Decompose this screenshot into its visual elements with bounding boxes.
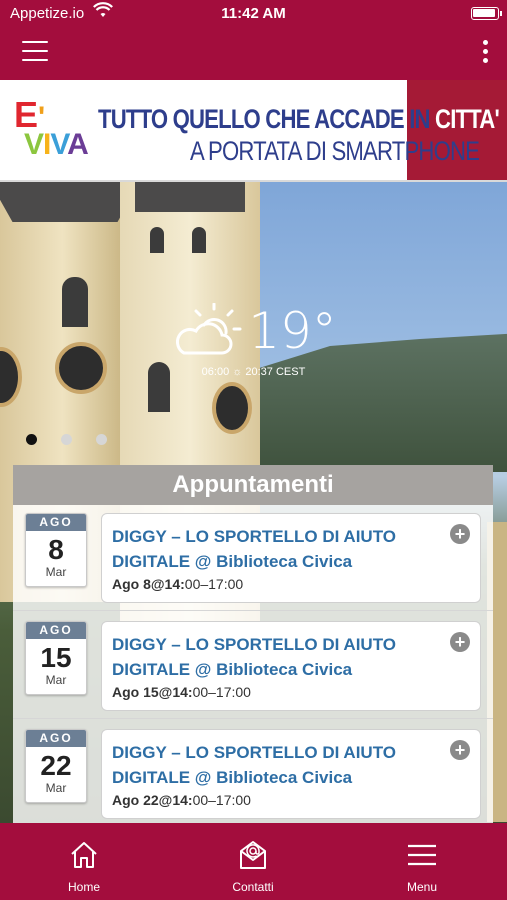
event-title[interactable]: DIGGY – LO SPORTELLO DI AIUTO DIGITALE @… — [112, 740, 442, 790]
calendar-date-icon: AGO 22 Mar — [25, 729, 87, 803]
calendar-date-icon: AGO 15 Mar — [25, 621, 87, 695]
event-title[interactable]: DIGGY – LO SPORTELLO DI AIUTO DIGITALE @… — [112, 632, 442, 682]
clock-time: 11:42 AM — [221, 5, 286, 22]
expand-plus-icon[interactable]: + — [450, 632, 470, 652]
banner-subline: A PORTATA DI SMARTPHONE — [190, 136, 480, 166]
banner-headline: TUTTO QUELLO CHE ACCADE IN CITTA' — [98, 104, 500, 134]
more-options-icon[interactable] — [481, 40, 489, 66]
carousel-dot[interactable] — [61, 434, 72, 445]
tab-contacts-label: Contatti — [232, 880, 274, 894]
list-item[interactable]: AGO 15 Mar DIGGY – LO SPORTELLO DI AIUTO… — [13, 613, 493, 719]
carousel-dots[interactable] — [26, 434, 107, 445]
tab-contacts[interactable]: Contatti — [193, 823, 313, 900]
tab-home[interactable]: Home — [24, 823, 144, 900]
partly-cloudy-icon — [176, 303, 242, 355]
tab-home-label: Home — [67, 880, 100, 894]
temperature-value: 19° — [248, 302, 337, 360]
sunrise-sunset-times: 06:00 ☼ 20:37 CEST — [201, 366, 306, 378]
appointments-panel: Appuntamenti AGO 8 Mar DIGGY – LO SPORTE… — [13, 465, 493, 823]
expand-plus-icon[interactable]: + — [450, 740, 470, 760]
event-time: Ago 15@14:00–17:00 — [112, 684, 251, 700]
hero-image: 19° 06:00 ☼ 20:37 CEST Appuntamenti AGO … — [0, 182, 507, 823]
carousel-dot[interactable] — [96, 434, 107, 445]
appointments-title: Appuntamenti — [13, 465, 493, 505]
bottom-tabbar: Home Contatti Menu — [0, 823, 507, 900]
battery-icon — [471, 7, 502, 20]
menu-lines-icon — [408, 844, 436, 866]
carousel-dot[interactable] — [26, 434, 37, 445]
mail-at-icon — [240, 841, 266, 869]
logo-viva-text: VIVA — [24, 128, 89, 161]
top-navbar — [0, 28, 507, 80]
calendar-date-icon: AGO 8 Mar — [25, 513, 87, 587]
event-time: Ago 22@14:00–17:00 — [112, 792, 251, 808]
event-card[interactable]: DIGGY – LO SPORTELLO DI AIUTO DIGITALE @… — [101, 513, 481, 603]
tab-menu-label: Menu — [406, 880, 438, 894]
list-item[interactable]: AGO 8 Mar DIGGY – LO SPORTELLO DI AIUTO … — [13, 505, 493, 611]
list-item[interactable]: AGO 22 Mar DIGGY – LO SPORTELLO DI AIUTO… — [13, 721, 493, 823]
status-bar: Appetize.io 11:42 AM — [0, 0, 507, 28]
expand-plus-icon[interactable]: + — [450, 524, 470, 544]
banner-headline-accent: CITTA' — [435, 104, 500, 134]
event-card[interactable]: DIGGY – LO SPORTELLO DI AIUTO DIGITALE @… — [101, 621, 481, 711]
event-card[interactable]: DIGGY – LO SPORTELLO DI AIUTO DIGITALE @… — [101, 729, 481, 819]
eviva-logo: E' VIVA — [14, 94, 89, 161]
promo-banner[interactable]: E' VIVA TUTTO QUELLO CHE ACCADE IN CITTA… — [0, 80, 507, 182]
weather-widget: 19° 06:00 ☼ 20:37 CEST — [0, 302, 507, 378]
tab-menu[interactable]: Menu — [362, 823, 482, 900]
home-icon — [71, 842, 97, 868]
hamburger-menu-icon[interactable] — [22, 41, 48, 61]
event-time: Ago 8@14:00–17:00 — [112, 576, 244, 592]
event-title[interactable]: DIGGY – LO SPORTELLO DI AIUTO DIGITALE @… — [112, 524, 442, 574]
